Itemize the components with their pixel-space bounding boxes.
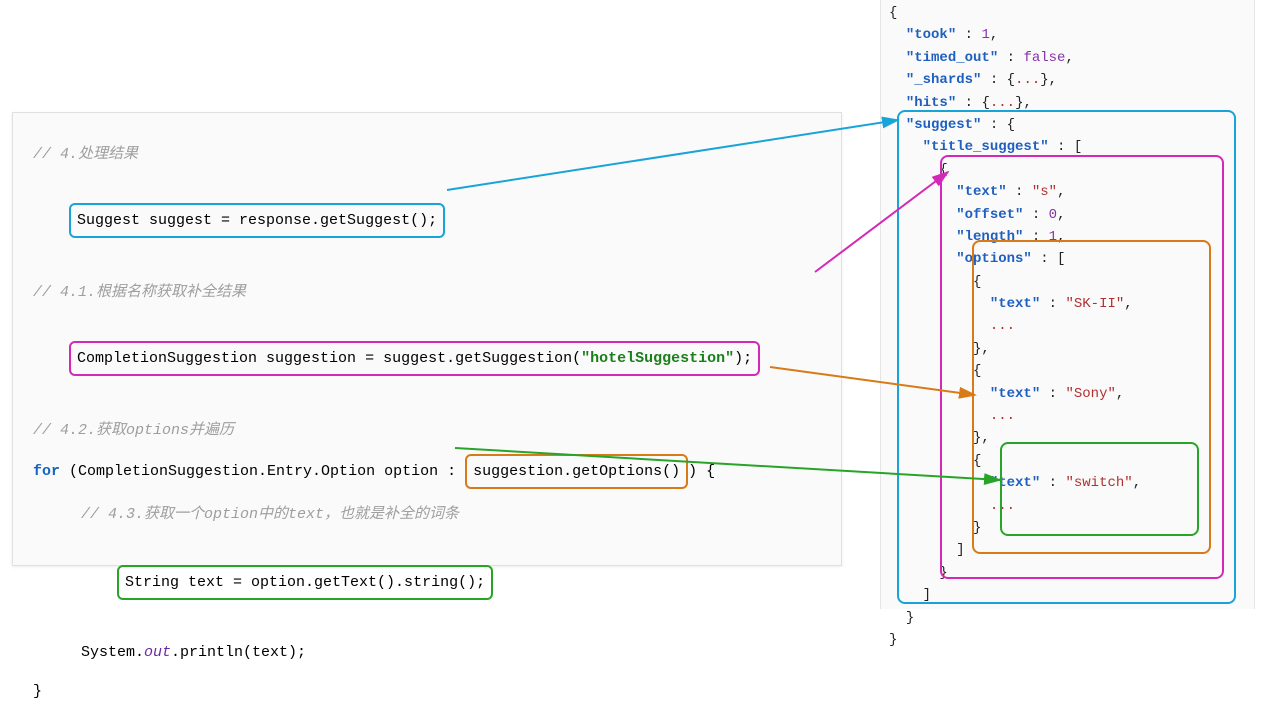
java-code-panel: // 4.处理结果 Suggest suggest = response.get…	[12, 112, 842, 566]
comment-4-1: // 4.1.根据名称获取补全结果	[33, 279, 821, 306]
comment-4: // 4.处理结果	[33, 141, 821, 168]
comment-4-2: // 4.2.获取options并遍历	[33, 417, 821, 444]
close-brace: }	[33, 678, 821, 705]
for-line: for (CompletionSuggestion.Entry.Option o…	[33, 454, 821, 489]
code-getSuggest: Suggest suggest = response.getSuggest();	[69, 203, 445, 238]
code-getOptions: suggestion.getOptions()	[465, 454, 688, 489]
comment-4-3: // 4.3.获取一个option中的text，也就是补全的词条	[81, 501, 821, 528]
code-getText: String text = option.getText().string();	[117, 565, 493, 600]
code-getSuggestion: CompletionSuggestion suggestion = sugges…	[69, 341, 760, 376]
json-response-panel: { "took" : 1, "timed_out" : false, "_sha…	[880, 0, 1255, 609]
code-println: System.out.println(text);	[81, 639, 821, 666]
